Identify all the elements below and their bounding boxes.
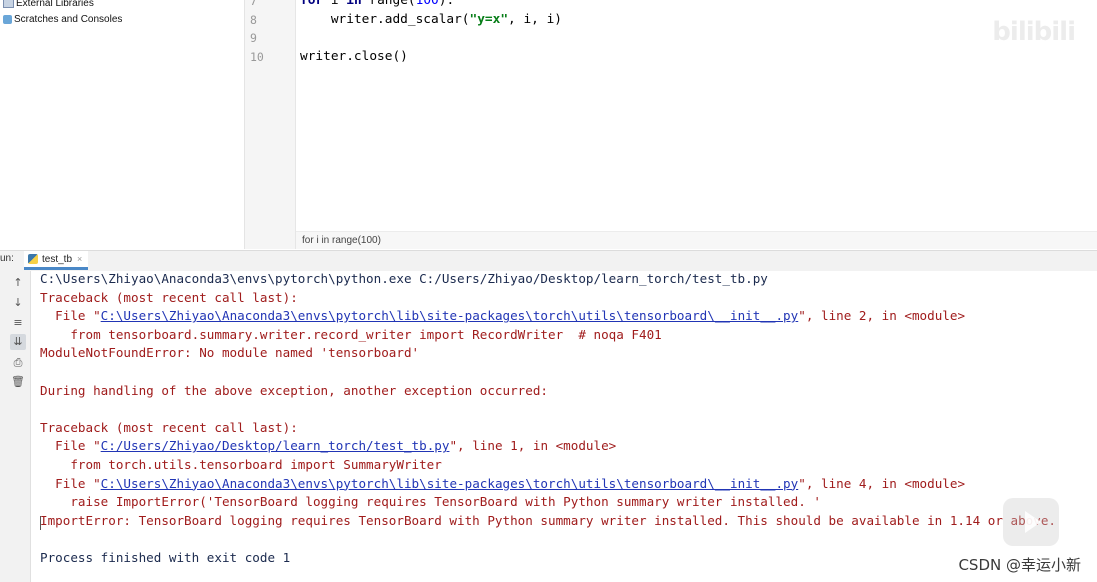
code-token: , i, i): [508, 11, 562, 27]
tree-item-label: External Libraries: [16, 0, 94, 9]
console-line: Traceback (most recent call last):: [40, 289, 298, 305]
code-token: ):: [438, 0, 455, 8]
close-icon[interactable]: ×: [77, 254, 82, 264]
console-text: File ": [40, 475, 101, 491]
text-cursor: [40, 516, 41, 530]
scroll-to-end-icon[interactable]: ⇊: [10, 334, 26, 350]
tab-label: test_tb: [42, 253, 73, 265]
soft-wrap-icon[interactable]: ≡: [10, 315, 26, 331]
code-editor[interactable]: for i in range(100): writer.add_scalar("…: [296, 0, 1097, 249]
code-token: i: [323, 0, 347, 8]
console-text: ", line 1, in <module>: [449, 438, 617, 454]
console-line: Traceback (most recent call last):: [40, 419, 298, 435]
console-text: File ": [40, 438, 101, 454]
tree-item-label: Scratches and Consoles: [14, 13, 123, 25]
console-line: ImportError: TensorBoard logging require…: [40, 512, 1056, 528]
console-text: File ": [40, 308, 101, 324]
code-token: in: [346, 0, 362, 8]
console-output[interactable]: C:\Users\Zhiyao\Anaconda3\envs\pytorch\p…: [31, 271, 1097, 582]
line-number: 9: [250, 31, 257, 45]
code-line[interactable]: writer.close(): [300, 48, 408, 66]
code-token: for: [300, 0, 324, 8]
code-token: 100: [415, 0, 439, 8]
code-token: range(: [361, 0, 416, 8]
line-number: 7: [250, 0, 257, 8]
run-tab-bar: [0, 250, 1097, 272]
console-text: ", line 2, in <module>: [798, 308, 966, 324]
project-tree-panel: External Libraries Scratches and Console…: [0, 0, 245, 249]
arrow-down-icon[interactable]: ↓: [10, 295, 26, 311]
run-toolbar: ↑ ↓ ≡ ⇊ ⎙ 🗑: [0, 271, 31, 582]
trash-icon[interactable]: 🗑: [10, 374, 26, 390]
console-line: C:\Users\Zhiyao\Anaconda3\envs\pytorch\p…: [40, 271, 768, 286]
scratches-icon: [3, 14, 12, 24]
run-panel-label: un:: [0, 253, 14, 264]
code-line[interactable]: for i in range(100):: [300, 0, 454, 10]
print-icon[interactable]: ⎙: [10, 355, 26, 371]
console-line: from torch.utils.tensorboard import Summ…: [40, 457, 442, 472]
console-line: File "C:\Users\Zhiyao\Anaconda3\envs\pyt…: [40, 307, 965, 325]
tab-test-tb[interactable]: test_tb ×: [24, 251, 89, 270]
console-line: ModuleNotFoundError: No module named 'te…: [40, 345, 420, 361]
line-number: 8: [250, 12, 257, 27]
code-token: "y=x": [469, 11, 509, 27]
file-path-link[interactable]: C:\Users\Zhiyao\Anaconda3\envs\pytorch\l…: [101, 476, 799, 491]
console-text: ", line 4, in <module>: [798, 475, 966, 491]
console-line: During handling of the above exception, …: [40, 382, 548, 398]
console-line: from tensorboard.summary.writer.record_w…: [40, 326, 662, 342]
code-line[interactable]: writer.add_scalar("y=x", i, i): [300, 11, 562, 29]
editor-breadcrumb[interactable]: for i in range(100): [296, 231, 1097, 249]
line-number: 10: [250, 49, 264, 64]
file-path-link[interactable]: C:\Users\Zhiyao\Anaconda3\envs\pytorch\l…: [101, 308, 799, 323]
tree-item-scratches[interactable]: Scratches and Consoles: [3, 11, 122, 27]
console-line: raise ImportError('TensorBoard logging r…: [40, 494, 821, 510]
bilibili-watermark: bilibili: [992, 17, 1076, 47]
code-token: writer.close(): [300, 48, 408, 64]
console-line: File "C:/Users/Zhiyao/Desktop/learn_torc…: [40, 437, 616, 455]
python-file-icon: [28, 254, 38, 264]
console-line: Process finished with exit code 1: [40, 550, 291, 565]
arrow-up-icon[interactable]: ↑: [10, 275, 26, 291]
tree-item-external-libraries[interactable]: External Libraries: [3, 0, 94, 11]
library-icon: [3, 0, 14, 8]
code-token: writer.add_scalar(: [330, 11, 470, 27]
csdn-watermark: CSDN @幸运小新: [958, 556, 1081, 574]
console-line: File "C:\Users\Zhiyao\Anaconda3\envs\pyt…: [40, 475, 965, 493]
file-path-link[interactable]: C:/Users/Zhiyao/Desktop/learn_torch/test…: [101, 438, 450, 453]
play-icon[interactable]: [1003, 498, 1059, 546]
